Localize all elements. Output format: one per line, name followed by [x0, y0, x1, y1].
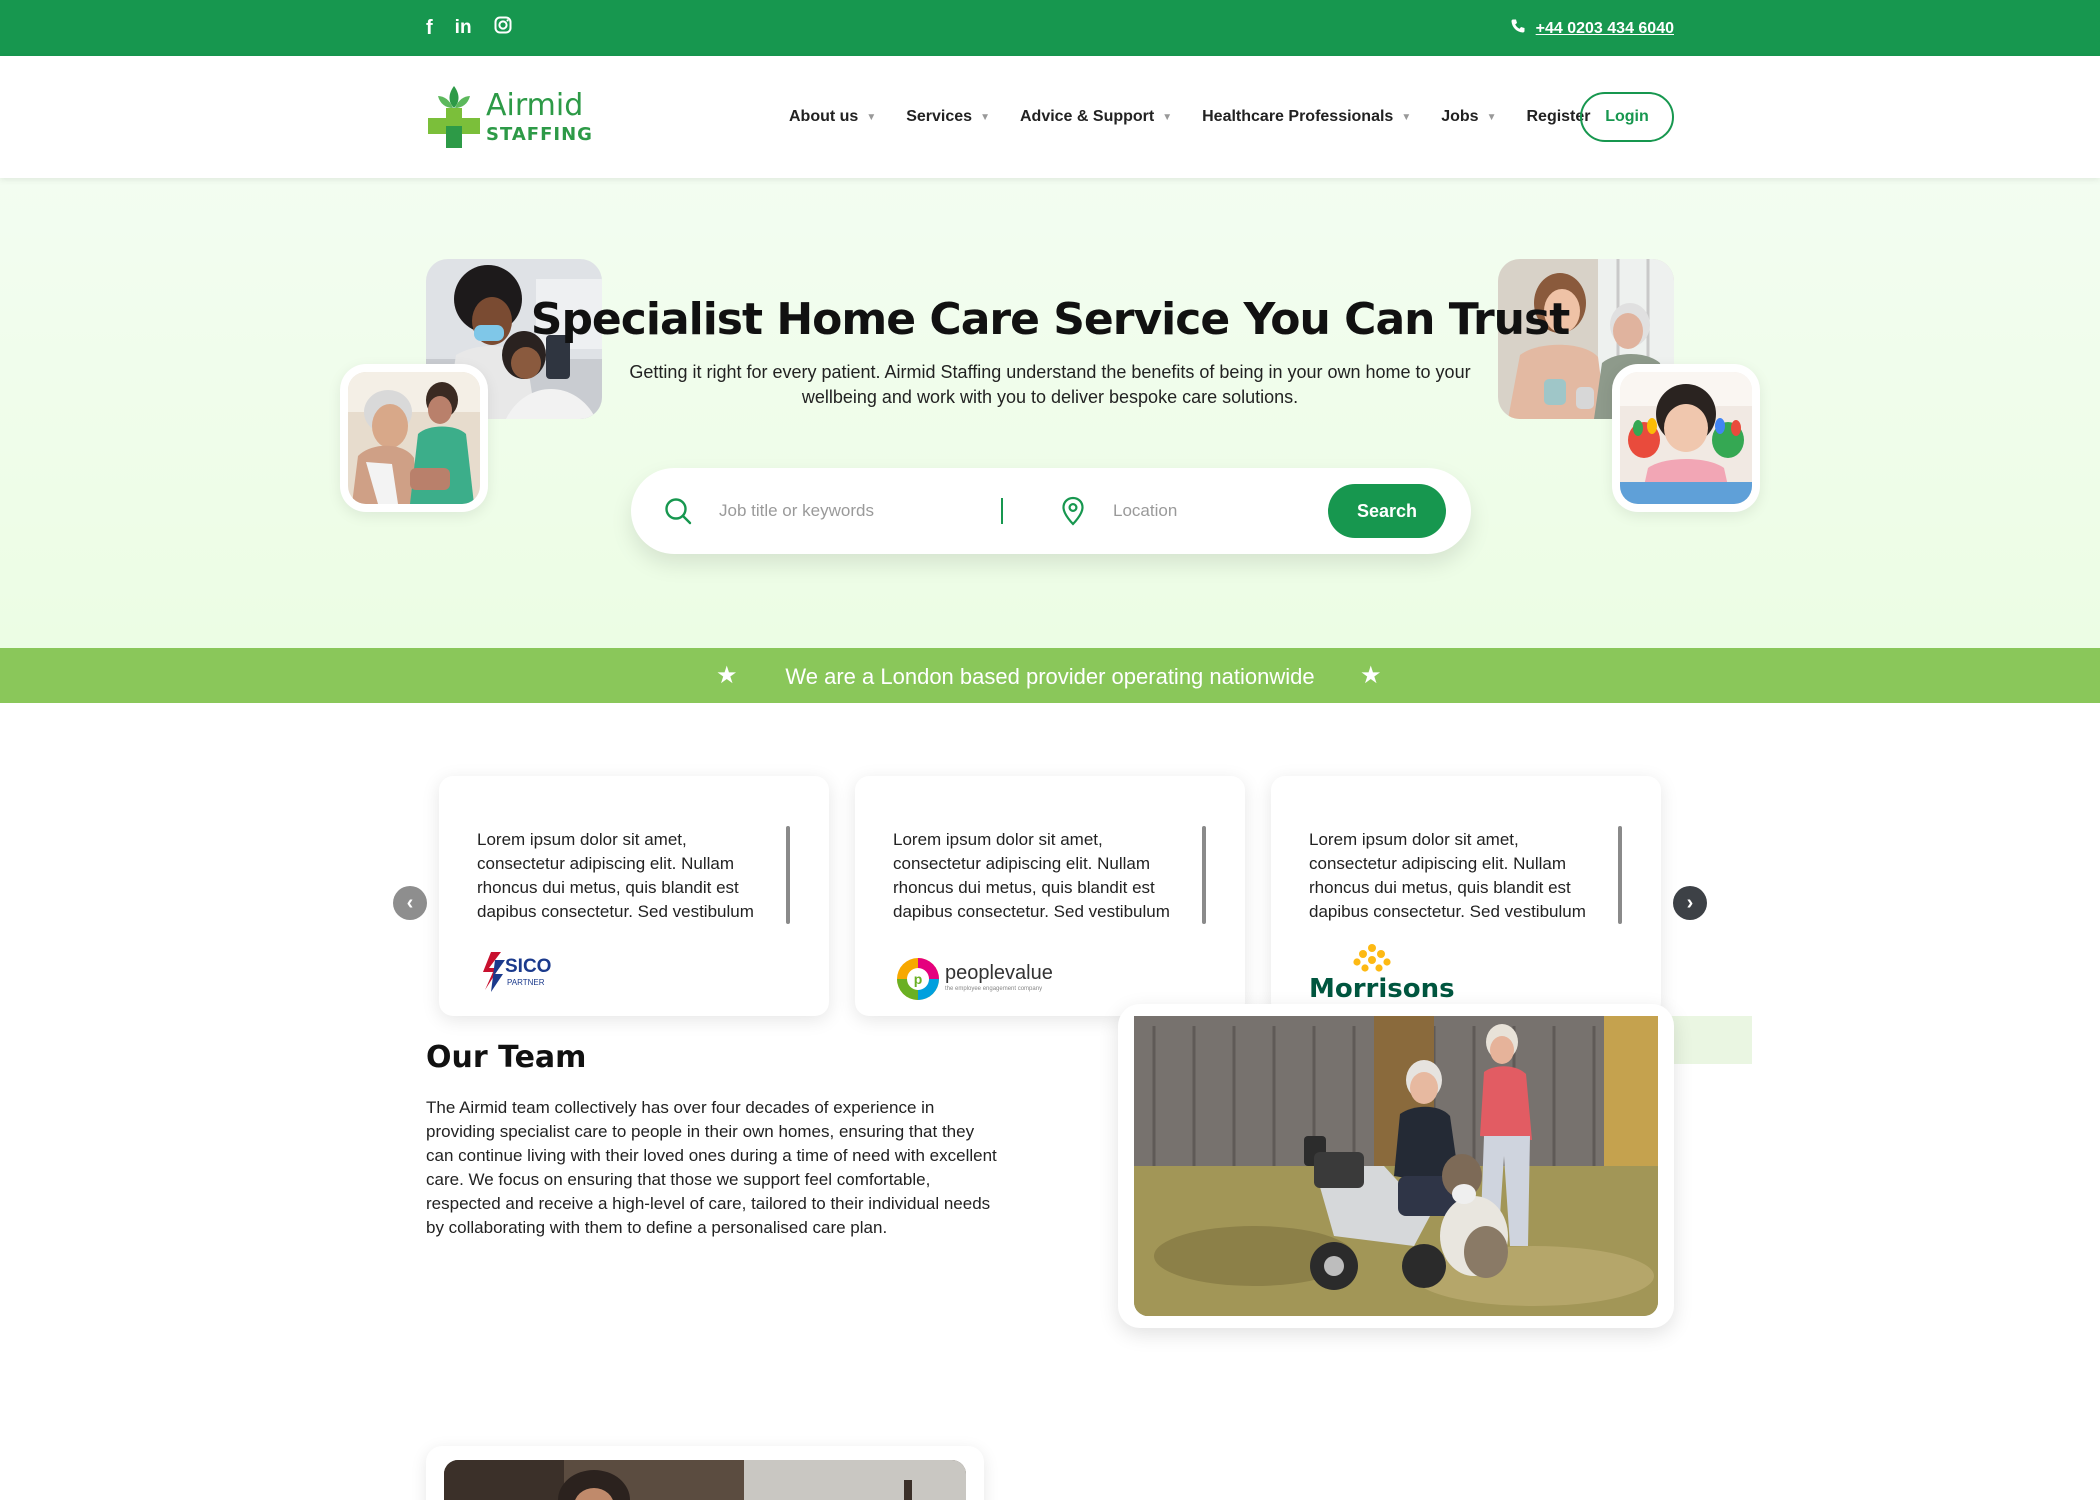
nav-jobs[interactable]: Jobs ▼	[1441, 108, 1496, 126]
logo-text: SICO	[505, 956, 552, 977]
banner-text: We are a London based provider operating…	[785, 664, 1315, 689]
search-divider	[1001, 498, 1003, 524]
logo-subtext: STAFFING	[486, 124, 593, 145]
nav-services[interactable]: Services ▼	[906, 108, 990, 126]
team-photo-frame	[1118, 1004, 1674, 1328]
login-button[interactable]: Login	[1580, 92, 1674, 142]
carousel-prev-button[interactable]: ‹	[393, 886, 427, 920]
social-links: f in	[426, 16, 512, 39]
card-scrollbar[interactable]	[786, 826, 790, 924]
logo-subtext: the employee engagement company	[945, 986, 1043, 992]
testimonial-text: Lorem ipsum dolor sit amet, consectetur …	[1309, 830, 1586, 921]
chevron-down-icon: ▼	[1486, 111, 1497, 123]
main-nav: About us ▼ Services ▼ Advice & Support ▼ He…	[789, 108, 1621, 126]
nav-label: Advice & Support	[1019, 108, 1155, 125]
phone-link[interactable]: +44 0203 434 6040	[1536, 20, 1674, 38]
logo-subtext: PARTNER	[507, 978, 545, 987]
star-icon: ★	[1360, 662, 1382, 689]
nav-label: About us	[789, 108, 859, 125]
site-header: Airmid STAFFING About us ▼ Services ▼ Advi…	[0, 56, 2100, 178]
testimonial-card: Lorem ipsum dolor sit amet, consectetur …	[855, 776, 1245, 1016]
nav-advice-support[interactable]: Advice & Support ▼	[1020, 108, 1172, 126]
svg-text:p: p	[914, 971, 923, 987]
nav-label: Services	[906, 108, 973, 125]
nav-label: Jobs	[1441, 108, 1479, 125]
instagram-icon[interactable]	[494, 16, 512, 39]
nav-healthcare-professionals[interactable]: Healthcare Professionals ▼	[1202, 108, 1411, 126]
airmid-logo[interactable]: Airmid STAFFING	[426, 82, 592, 152]
nationwide-banner: ★ We are a London based provider operati…	[0, 648, 2100, 703]
team-description: The Airmid team collectively has over fo…	[426, 1098, 997, 1237]
testimonial-text: Lorem ipsum dolor sit amet, consectetur …	[893, 830, 1170, 921]
nav-about-us[interactable]: About us ▼	[789, 108, 876, 126]
logo-text: Morrisons	[1309, 974, 1455, 1004]
card-scrollbar[interactable]	[1202, 826, 1206, 924]
location-pin-icon	[1061, 496, 1085, 531]
hero-title: Specialist Home Care Service You Can Tru…	[530, 294, 1570, 345]
card-scrollbar[interactable]	[1618, 826, 1622, 924]
search-icon	[663, 496, 693, 531]
top-bar: f in +44 0203 434 6040	[0, 0, 2100, 56]
team-photo-scooter-dog	[1134, 1016, 1658, 1316]
next-section-photo	[444, 1460, 966, 1500]
logo-wordmark: Airmid	[486, 88, 584, 123]
phone-contact: +44 0203 434 6040	[1510, 18, 1674, 39]
chevron-down-icon: ▼	[1162, 111, 1173, 123]
testimonial-text: Lorem ipsum dolor sit amet, consectetur …	[477, 830, 754, 921]
next-section-card	[426, 1446, 984, 1500]
testimonial-card: Lorem ipsum dolor sit amet, consectetur …	[1271, 776, 1661, 1016]
job-search-bar: Job title or keywords Location Search	[631, 468, 1471, 554]
search-button[interactable]: Search	[1328, 484, 1446, 538]
phone-icon	[1510, 18, 1526, 39]
hero-subtitle: Getting it right for every patient. Airm…	[629, 362, 1471, 407]
nav-label: Healthcare Professionals	[1202, 108, 1394, 125]
facebook-icon[interactable]: f	[426, 17, 433, 39]
keywords-input[interactable]: Job title or keywords	[719, 501, 874, 521]
chevron-down-icon: ▼	[866, 111, 877, 123]
peoplevalue-logo: p peoplevalue the employee engagement co…	[895, 956, 1053, 1007]
hero-section: Specialist Home Care Service You Can Tru…	[0, 178, 2100, 648]
logo-cross-icon	[428, 86, 480, 148]
location-input[interactable]: Location	[1113, 501, 1177, 521]
testimonial-card: Lorem ipsum dolor sit amet, consectetur …	[439, 776, 829, 1016]
sico-partner-logo: SICO PARTNER	[481, 948, 561, 999]
team-title: Our Team	[426, 1040, 587, 1075]
carousel-next-button[interactable]: ›	[1673, 886, 1707, 920]
chevron-down-icon: ▼	[1401, 111, 1412, 123]
chevron-down-icon: ▼	[980, 111, 990, 123]
hero-photo-nurse-frame	[340, 364, 488, 512]
linkedin-icon[interactable]: in	[455, 17, 472, 39]
hero-photo-child-painted-hands-frame	[1612, 364, 1760, 512]
logo-text: peoplevalue	[945, 962, 1053, 984]
